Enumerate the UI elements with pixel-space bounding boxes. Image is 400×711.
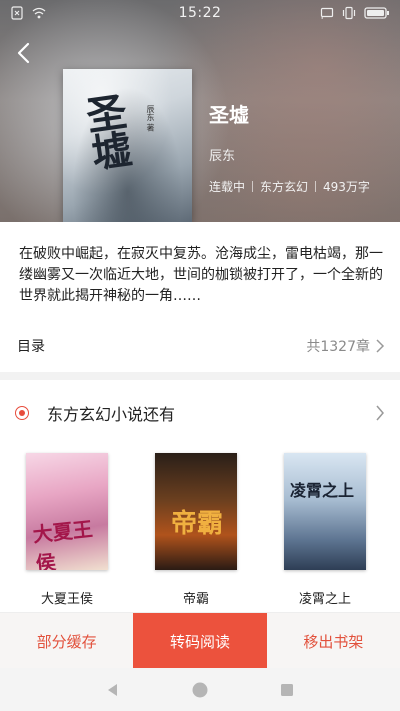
nav-recent-button[interactable] (275, 678, 299, 702)
book-genre: 东方玄幻 (260, 180, 309, 194)
recommend-book-2[interactable]: 帝霸 帝霸 (151, 453, 241, 607)
recommend-book-name: 帝霸 (182, 592, 209, 607)
book-word-count: 493万字 (323, 180, 370, 194)
chevron-right-icon (376, 405, 384, 421)
cover-title-art: 圣墟 (76, 90, 135, 172)
recommend-book-name: 大夏王侯 (40, 592, 93, 607)
section-divider (0, 372, 400, 380)
chevron-right-icon (376, 339, 385, 353)
recommend-book-3[interactable]: 凌霄之上 凌霄之上 (280, 453, 370, 607)
nav-home-button[interactable] (188, 678, 212, 702)
recommend-title: 东方玄幻小说还有 (47, 405, 176, 424)
system-nav-bar (0, 668, 400, 711)
book-description[interactable]: 在破败中崛起，在寂灭中复苏。沧海成尘，雷电枯竭，那一缕幽雾又一次临近大地，世间的… (19, 244, 384, 307)
recommend-header[interactable]: 东方玄幻小说还有 (0, 390, 400, 436)
chapter-count: 共1327章 (306, 339, 370, 355)
cover-title-art: 帝霸 (171, 509, 224, 539)
cover-author-art: 辰东 著 (146, 105, 155, 132)
transcode-read-button[interactable]: 转码阅读 (133, 613, 267, 669)
action-bar: 部分缓存 转码阅读 移出书架 (0, 612, 400, 669)
nav-back-button[interactable] (101, 678, 125, 702)
wifi-icon (32, 7, 46, 19)
toc-label: 目录 (17, 339, 45, 355)
book-status: 连载中 (209, 180, 246, 194)
cover-title-art: 大夏王侯 (31, 516, 94, 570)
radio-dot-icon (15, 406, 29, 420)
circle-home-icon (192, 682, 208, 697)
meta-divider (252, 181, 254, 192)
status-bar: 15:22 (0, 0, 400, 26)
battery-icon (364, 7, 389, 19)
triangle-back-icon (108, 683, 118, 696)
book-header: 15:22 圣墟 辰东 著 圣墟 辰东 连载中 东方玄幻 493万字 (0, 0, 400, 222)
back-button[interactable] (12, 40, 38, 66)
recommend-book-1[interactable]: 大夏王侯 大夏王侯 (22, 453, 112, 607)
partial-cache-button[interactable]: 部分缓存 (0, 613, 133, 669)
book-meta: 连载中 东方玄幻 493万字 (209, 178, 370, 195)
book-title: 圣墟 (209, 103, 249, 127)
recommend-book-cover: 帝霸 (155, 453, 237, 570)
toc-row[interactable]: 目录 共1327章 (0, 324, 400, 368)
book-cover: 圣墟 辰东 著 (63, 69, 192, 222)
meta-divider (315, 181, 317, 192)
book-author[interactable]: 辰东 (209, 145, 235, 164)
cast-icon (320, 7, 334, 19)
vibrate-icon (342, 6, 356, 20)
sim-icon (11, 6, 23, 20)
cover-title-art: 凌霄之上 (290, 481, 355, 500)
remove-from-shelf-button[interactable]: 移出书架 (267, 613, 400, 669)
recommend-book-name: 凌霄之上 (298, 592, 351, 607)
recommend-book-cover: 大夏王侯 (26, 453, 108, 570)
square-recent-icon (280, 683, 293, 696)
recommend-book-cover: 凌霄之上 (284, 453, 366, 570)
